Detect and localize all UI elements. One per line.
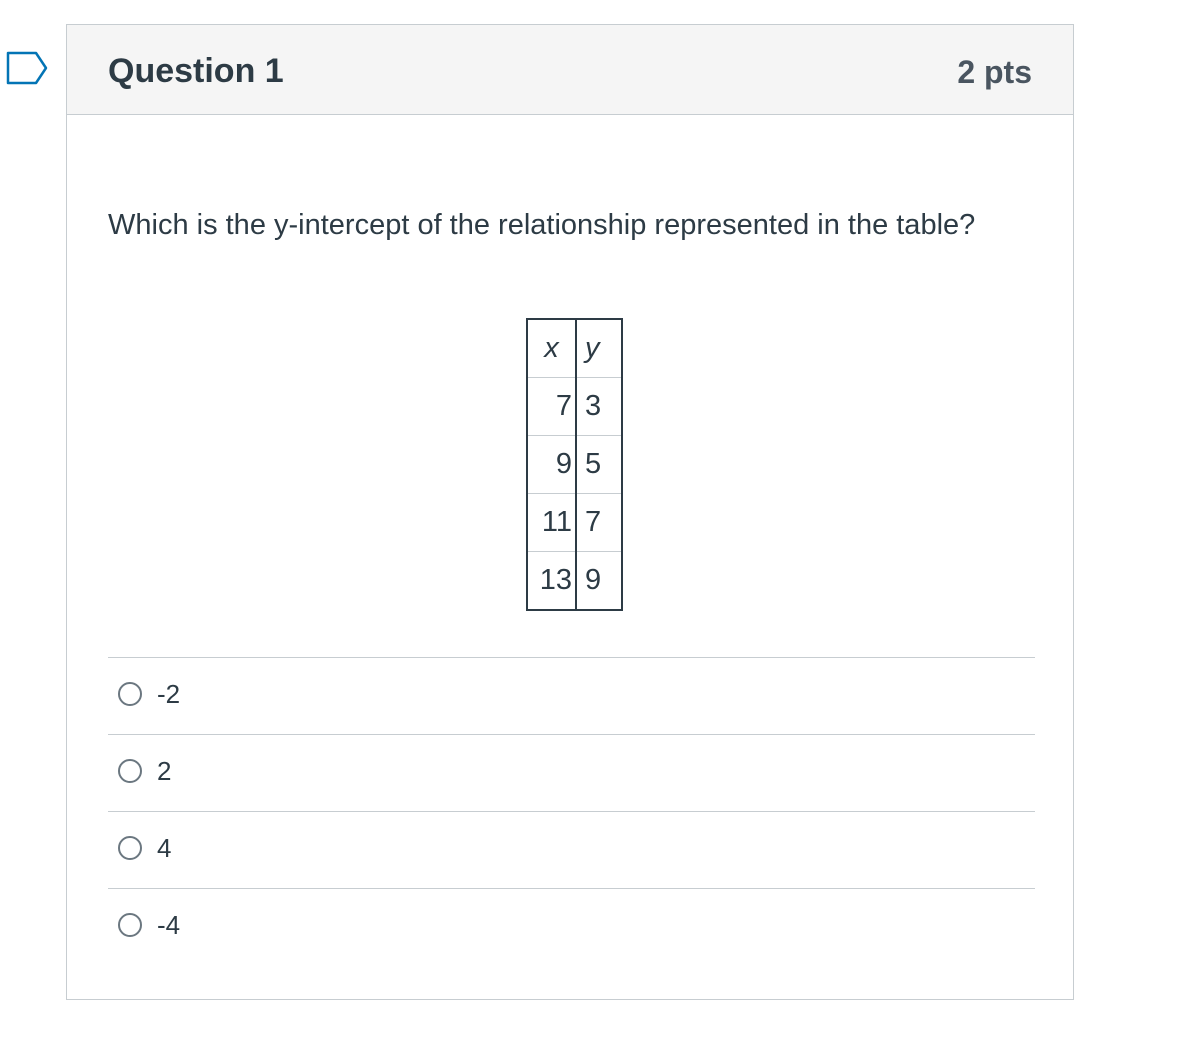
table-header-y: y xyxy=(575,318,623,378)
table-header-x: x xyxy=(526,318,577,378)
radio-button[interactable] xyxy=(118,759,142,783)
table-cell-y: 5 xyxy=(575,435,623,494)
radio-button[interactable] xyxy=(118,913,142,937)
table-row: 11 7 xyxy=(526,493,623,552)
answer-option[interactable]: -2 xyxy=(108,657,1035,734)
question-text: Which is the y-intercept of the relation… xyxy=(108,209,976,241)
answer-label: 2 xyxy=(157,756,172,786)
xy-table: x y 7 3 9 5 11 7 13 9 xyxy=(526,318,623,611)
question-card: Question 1 2 pts Which is the y-intercep… xyxy=(66,24,1074,1000)
table-row: 13 9 xyxy=(526,551,623,611)
table-cell-y: 3 xyxy=(575,377,623,436)
table-cell-y: 7 xyxy=(575,493,623,552)
answer-option[interactable]: -4 xyxy=(108,888,1035,965)
table-cell-x: 13 xyxy=(526,551,577,611)
table-header-row: x y xyxy=(526,318,623,378)
answer-label: -2 xyxy=(157,679,181,709)
answer-list: -2 2 4 -4 xyxy=(108,657,1035,965)
question-points: 2 pts xyxy=(957,54,1032,90)
table-cell-y: 9 xyxy=(575,551,623,611)
answer-label: 4 xyxy=(157,833,172,863)
radio-button[interactable] xyxy=(118,682,142,706)
table-cell-x: 11 xyxy=(526,493,577,552)
table-row: 9 5 xyxy=(526,435,623,494)
question-header: Question 1 2 pts xyxy=(67,25,1073,115)
radio-button[interactable] xyxy=(118,836,142,860)
table-cell-x: 7 xyxy=(526,377,577,436)
answer-option[interactable]: 2 xyxy=(108,734,1035,811)
question-title: Question 1 xyxy=(108,52,284,90)
flag-question-icon[interactable] xyxy=(6,51,48,85)
table-cell-x: 9 xyxy=(526,435,577,494)
answer-label: -4 xyxy=(157,910,181,940)
answer-option[interactable]: 4 xyxy=(108,811,1035,888)
table-row: 7 3 xyxy=(526,377,623,436)
